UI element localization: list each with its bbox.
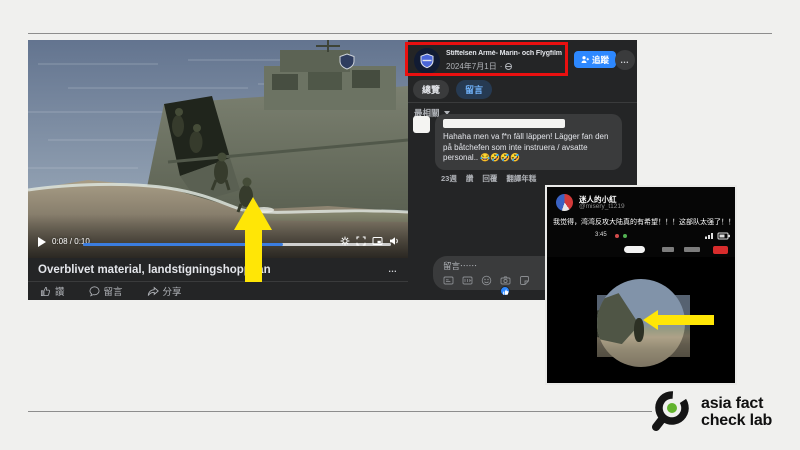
repost-screenshot: 迷人的小紅 @misery_t1219 我觉得，湾湾反攻大陆真的有希望！！！这部… xyxy=(545,185,737,385)
comment-like-button[interactable]: 讚 xyxy=(466,173,474,184)
boat-emblem-icon xyxy=(340,54,354,69)
annotation-arrow-left-shaft xyxy=(656,315,714,325)
stat-blur xyxy=(662,247,674,252)
afcl-logo: asia fact check lab xyxy=(650,388,772,436)
top-divider xyxy=(28,33,772,34)
follow-icon xyxy=(581,55,589,64)
repost-button-row xyxy=(547,244,735,256)
status-time: 3:45 xyxy=(595,232,607,238)
post-tabs: 總覽 留言 xyxy=(413,80,492,99)
thumb-up-icon xyxy=(40,286,51,297)
comment-text: Hahaha men va f*n fäll läppen! Lägger fa… xyxy=(443,132,614,164)
repost-media xyxy=(547,257,735,383)
like-button[interactable]: 讚 xyxy=(40,284,65,298)
follow-button[interactable]: 追蹤 xyxy=(574,51,616,68)
avatar-sticker-icon[interactable] xyxy=(443,275,454,286)
comment-label: 留言 xyxy=(104,284,123,298)
share-label: 分享 xyxy=(163,284,182,298)
green-dot xyxy=(667,403,677,413)
play-button[interactable] xyxy=(38,237,46,247)
emoji-icon[interactable] xyxy=(481,275,492,286)
comment-author-blurred xyxy=(443,119,565,128)
comment-meta: 23週 讚 回覆 翻譯年糕 xyxy=(441,173,536,184)
comment-icon xyxy=(89,286,100,297)
annotation-red-box xyxy=(405,42,568,76)
battery-icon xyxy=(718,233,730,239)
share-icon xyxy=(147,286,159,297)
follow-label: 追蹤 xyxy=(592,54,609,66)
magnifier-icon xyxy=(650,388,696,436)
like-reaction-icon xyxy=(500,286,510,296)
share-button[interactable]: 分享 xyxy=(147,284,182,298)
camera-icon[interactable] xyxy=(500,275,511,286)
comment-avatar-blurred xyxy=(413,116,430,133)
repost-avatar xyxy=(556,194,573,211)
annotation-arrow-up xyxy=(234,197,272,230)
gif-icon[interactable] xyxy=(462,275,473,286)
sticker-icon[interactable] xyxy=(519,275,530,286)
repost-status-bar: 3:45 xyxy=(547,231,735,241)
video-action-bar: 讚 留言 分享 xyxy=(28,281,408,300)
more-icon: … xyxy=(620,56,630,65)
like-label: 讚 xyxy=(55,284,65,298)
fullscreen-icon[interactable] xyxy=(356,236,366,246)
fact-check-image: 0:08 / 0:10 xyxy=(0,0,800,450)
stat-blur xyxy=(684,247,700,252)
comment-button[interactable]: 留言 xyxy=(89,284,123,298)
video-title-bar: Överblivet material, landstigningshoppsa… xyxy=(28,258,408,281)
green-dot-icon xyxy=(623,234,627,238)
post-more-button[interactable]: … xyxy=(615,50,635,70)
record-dot-icon xyxy=(615,234,619,238)
brand-line2: check lab xyxy=(701,412,772,429)
pip-icon[interactable] xyxy=(372,236,383,246)
live-badge xyxy=(713,246,728,254)
video-player[interactable]: 0:08 / 0:10 xyxy=(28,40,408,258)
settings-icon[interactable] xyxy=(340,236,350,246)
tab-overview[interactable]: 總覽 xyxy=(413,80,449,99)
bottom-divider xyxy=(28,411,652,412)
repost-text: 我觉得，湾湾反攻大陆真的有希望！！！这部队太强了！！！ xyxy=(553,217,731,227)
repost-handle: @misery_t1219 xyxy=(579,203,625,210)
comment-reply-button[interactable]: 回覆 xyxy=(482,173,497,184)
comment-bubble: Hahaha men va f*n fäll läppen! Lägger fa… xyxy=(435,114,622,170)
comment-translate-button[interactable]: 翻譯年糕 xyxy=(506,173,536,184)
comment-age: 23週 xyxy=(441,173,457,184)
annotation-arrow-up-shaft xyxy=(245,228,262,282)
signal-icon xyxy=(705,233,714,239)
brand-line1: asia fact xyxy=(701,395,772,412)
tab-comments[interactable]: 留言 xyxy=(456,80,492,99)
video-title: Överblivet material, landstigningshoppsa… xyxy=(38,264,388,276)
volume-icon[interactable] xyxy=(389,236,400,246)
video-more-button[interactable]: … xyxy=(388,265,398,274)
pill-button[interactable] xyxy=(624,246,645,253)
panel-divider xyxy=(408,102,637,103)
